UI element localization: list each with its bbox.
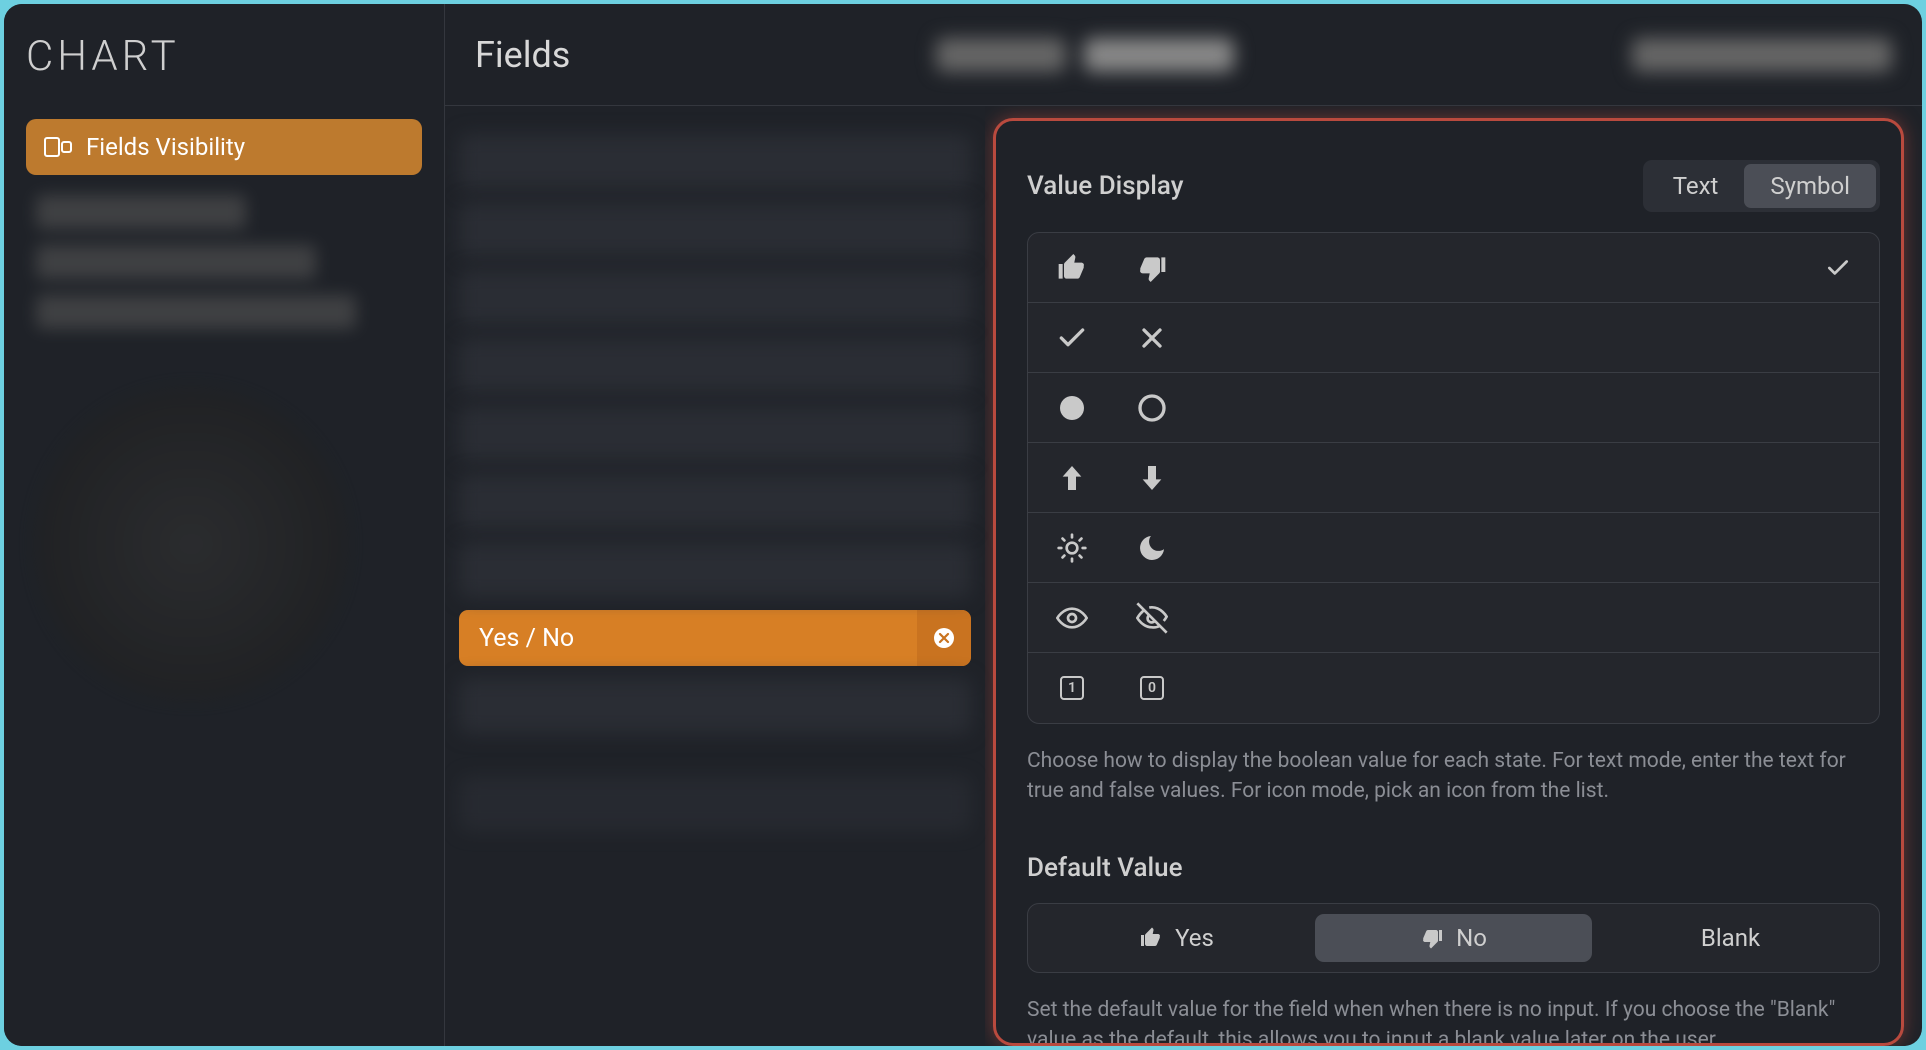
field-row-blurred <box>459 134 971 190</box>
default-value-segment: Yes No Blank <box>1027 903 1880 973</box>
sidebar: CHART Fields Visibility <box>4 4 444 1046</box>
fields-column: Yes / No <box>445 106 985 1046</box>
symbol-row-circles[interactable] <box>1028 373 1879 443</box>
main: Fields Yes / No <box>444 4 1922 1046</box>
default-value-help: Set the default value for the field when… <box>1027 995 1880 1046</box>
add-field-row <box>459 776 971 832</box>
seg-text[interactable]: Text <box>1647 164 1745 208</box>
sidebar-item-fields-visibility[interactable]: Fields Visibility <box>26 119 422 175</box>
default-blank[interactable]: Blank <box>1592 914 1869 962</box>
field-remove-button[interactable] <box>917 610 971 666</box>
value-display-title: Value Display <box>1027 171 1183 201</box>
field-row-blurred <box>459 406 971 462</box>
sidebar-title: CHART <box>26 32 422 81</box>
x-icon <box>1136 322 1168 354</box>
symbol-row-one-zero[interactable]: 1 0 <box>1028 653 1879 723</box>
check-icon <box>1056 322 1088 354</box>
thumbs-down-icon <box>1420 926 1444 950</box>
seg-symbol[interactable]: Symbol <box>1744 164 1876 208</box>
thumbs-down-icon <box>1136 252 1168 284</box>
field-row-blurred <box>459 474 971 530</box>
circle-filled-icon <box>1056 392 1088 424</box>
thumbs-up-icon <box>1139 926 1163 950</box>
thumbs-up-icon <box>1056 252 1088 284</box>
default-yes[interactable]: Yes <box>1038 914 1315 962</box>
symbol-row-arrows[interactable] <box>1028 443 1879 513</box>
topbar-title: Fields <box>475 34 570 76</box>
topbar-blurred <box>936 38 1892 72</box>
circle-outline-icon <box>1136 392 1168 424</box>
field-row-blurred <box>459 678 971 734</box>
field-row-blurred <box>459 270 971 326</box>
field-row-blurred <box>459 202 971 258</box>
default-blank-label: Blank <box>1701 924 1760 952</box>
app-window: CHART Fields Visibility Fields <box>4 4 1922 1046</box>
fields-visibility-icon <box>44 137 72 157</box>
topbar: Fields <box>445 4 1922 106</box>
field-label: Yes / No <box>459 624 917 653</box>
zero-badge-icon: 0 <box>1136 672 1168 704</box>
symbol-row-check-x[interactable] <box>1028 303 1879 373</box>
value-display-header: Value Display Text Symbol <box>1027 160 1880 212</box>
field-row-blurred <box>459 542 971 598</box>
settings-panel: Value Display Text Symbol <box>985 106 1922 1046</box>
selected-check-icon <box>1825 255 1851 281</box>
default-yes-label: Yes <box>1175 924 1214 952</box>
default-value-title: Default Value <box>1027 853 1880 883</box>
eye-icon <box>1056 602 1088 634</box>
content: Yes / No Value Display Text Symbol <box>445 106 1922 1046</box>
symbol-list: 1 0 <box>1027 232 1880 724</box>
value-display-help: Choose how to display the boolean value … <box>1027 746 1880 807</box>
arrow-up-icon <box>1056 462 1088 494</box>
display-mode-segment: Text Symbol <box>1643 160 1880 212</box>
symbol-row-thumbs[interactable] <box>1028 233 1879 303</box>
one-badge-icon: 1 <box>1056 672 1088 704</box>
field-row-yes-no[interactable]: Yes / No <box>459 610 971 666</box>
field-row-blurred <box>459 338 971 394</box>
default-no[interactable]: No <box>1315 914 1592 962</box>
close-circle-icon <box>933 627 955 649</box>
moon-icon <box>1136 532 1168 564</box>
default-no-label: No <box>1456 924 1487 952</box>
symbol-row-sun-moon[interactable] <box>1028 513 1879 583</box>
sidebar-blurred-content <box>26 195 422 699</box>
arrow-down-icon <box>1136 462 1168 494</box>
sun-icon <box>1056 532 1088 564</box>
sidebar-item-label: Fields Visibility <box>86 133 245 161</box>
symbol-row-eye[interactable] <box>1028 583 1879 653</box>
eye-off-icon <box>1136 602 1168 634</box>
